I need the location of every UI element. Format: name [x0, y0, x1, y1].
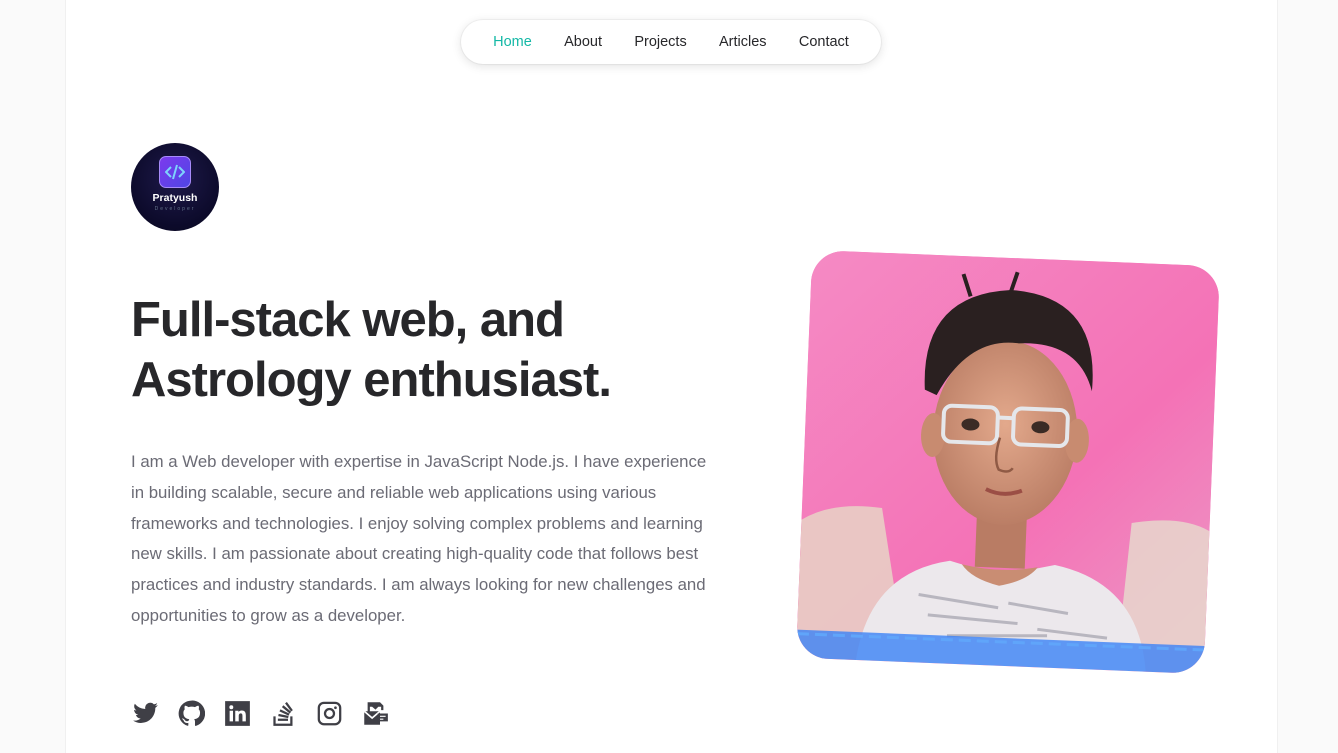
twitter-icon — [132, 702, 158, 723]
instagram-link[interactable] — [315, 699, 343, 727]
mail-link[interactable] — [361, 699, 389, 727]
top-navigation: Home About Projects Articles Contact — [461, 20, 881, 64]
instagram-icon — [317, 701, 341, 725]
avatar-name: Pratyush — [152, 192, 198, 204]
stackoverflow-icon — [272, 701, 293, 726]
code-icon — [159, 156, 191, 188]
avatar-subtitle: Developer — [154, 206, 196, 212]
twitter-link[interactable] — [131, 699, 159, 727]
hero-headline-line-1: Full-stack web, and — [131, 293, 565, 347]
nav-about-link[interactable]: About — [564, 34, 602, 50]
hero-bio: I am a Web developer with expertise in J… — [131, 452, 707, 625]
hero-headline: Full-stack web, and Astrology enthusiast… — [131, 290, 751, 410]
linkedin-link[interactable] — [223, 699, 251, 727]
profile-photo — [795, 249, 1221, 675]
stackoverflow-link[interactable] — [269, 699, 297, 727]
mail-icon — [363, 701, 388, 725]
hero-headline-line-2: Astrology enthusiast. — [131, 353, 612, 407]
linkedin-icon — [224, 700, 250, 726]
nav-contact-link[interactable]: Contact — [799, 34, 849, 50]
nav-articles-link[interactable]: Articles — [719, 34, 767, 50]
avatar[interactable]: Pratyush Developer — [131, 143, 219, 231]
nav-home-link[interactable]: Home — [493, 34, 532, 50]
nav-projects-link[interactable]: Projects — [634, 34, 686, 50]
github-link[interactable] — [177, 699, 205, 727]
social-links — [131, 698, 407, 728]
github-icon — [178, 700, 205, 726]
